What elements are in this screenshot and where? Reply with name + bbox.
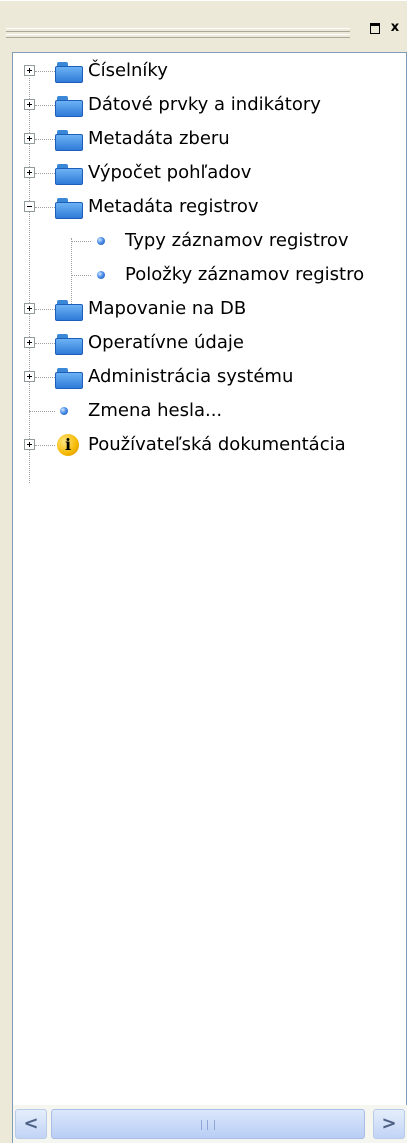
tree-item-label: Používateľská dokumentácia [88, 434, 346, 455]
scroll-right-button[interactable]: > [373, 1109, 405, 1139]
expand-plus-icon[interactable] [24, 439, 35, 450]
folder-icon [55, 334, 83, 355]
restore-icon [370, 23, 380, 34]
expand-plus-icon[interactable] [24, 99, 35, 110]
expand-plus-icon[interactable] [24, 133, 35, 144]
tree-item-metadata-registrov[interactable]: Metadáta registrov [13, 190, 406, 224]
close-button[interactable]: x [386, 20, 404, 36]
folder-icon [55, 130, 83, 151]
tree-item-pouzivatelska-dokumentacia[interactable]: i Používateľská dokumentácia [13, 428, 406, 462]
grip-icon [201, 1120, 215, 1130]
bullet-icon [97, 271, 105, 279]
bullet-icon [60, 407, 68, 415]
tree-item-label: Výpočet pohľadov [88, 162, 252, 183]
expand-plus-icon[interactable] [24, 303, 35, 314]
tree-item-operativne-udaje[interactable]: Operatívne údaje [13, 326, 406, 360]
tree-item-datove-prvky[interactable]: Dátové prvky a indikátory [13, 88, 406, 122]
bullet-icon [97, 237, 105, 245]
tree-item-label: Položky záznamov registro [125, 264, 365, 285]
folder-icon [55, 368, 83, 389]
tree-item-mapovanie-na-db[interactable]: Mapovanie na DB [13, 292, 406, 326]
top-border [0, 0, 407, 1]
dock-grip-2[interactable] [6, 34, 350, 38]
tree-item-ciselniky[interactable]: Číselníky [13, 54, 406, 88]
tree-item-label: Administrácia systému [88, 366, 294, 387]
navigation-tree-panel[interactable]: Číselníky Dátové prvky a indikátory Meta… [12, 52, 407, 1106]
tree-item-label: Metadáta zberu [88, 128, 230, 149]
tree-item-label: Mapovanie na DB [88, 298, 247, 319]
tree-item-label: Číselníky [88, 60, 168, 81]
scroll-left-button[interactable]: < [15, 1109, 47, 1139]
folder-icon [55, 96, 83, 117]
tree-item-label: Zmena hesla... [88, 400, 223, 421]
tree-item-typy-zaznamov[interactable]: Typy záznamov registrov [13, 224, 406, 258]
folder-icon [55, 62, 83, 83]
folder-icon [55, 300, 83, 321]
expand-plus-icon[interactable] [24, 65, 35, 76]
tree-item-label: Metadáta registrov [88, 196, 259, 217]
info-icon: i [57, 434, 79, 456]
tree-item-label: Dátové prvky a indikátory [88, 94, 321, 115]
collapse-minus-icon[interactable] [24, 201, 35, 212]
tree-item-label: Typy záznamov registrov [125, 230, 349, 251]
tree-item-label: Operatívne údaje [88, 332, 244, 353]
chevron-right-icon: > [381, 1113, 397, 1134]
dock-header: x [0, 0, 407, 44]
tree-item-administracia-systemu[interactable]: Administrácia systému [13, 360, 406, 394]
expand-plus-icon[interactable] [24, 167, 35, 178]
tree-item-zmena-hesla[interactable]: Zmena hesla... [13, 394, 406, 428]
expand-plus-icon[interactable] [24, 371, 35, 382]
tree-item-vypocet-pohladov[interactable]: Výpočet pohľadov [13, 156, 406, 190]
horizontal-scrollbar[interactable]: < > [12, 1105, 407, 1143]
scrollbar-thumb[interactable] [51, 1109, 365, 1139]
expand-plus-icon[interactable] [24, 337, 35, 348]
tree-item-polozky-zaznamov[interactable]: Položky záznamov registro [13, 258, 406, 292]
folder-icon [55, 164, 83, 185]
folder-icon [55, 198, 83, 219]
tree-item-metadata-zberu[interactable]: Metadáta zberu [13, 122, 406, 156]
restore-button[interactable] [366, 20, 384, 36]
chevron-left-icon: < [23, 1113, 39, 1134]
dock-grip[interactable] [6, 28, 350, 32]
